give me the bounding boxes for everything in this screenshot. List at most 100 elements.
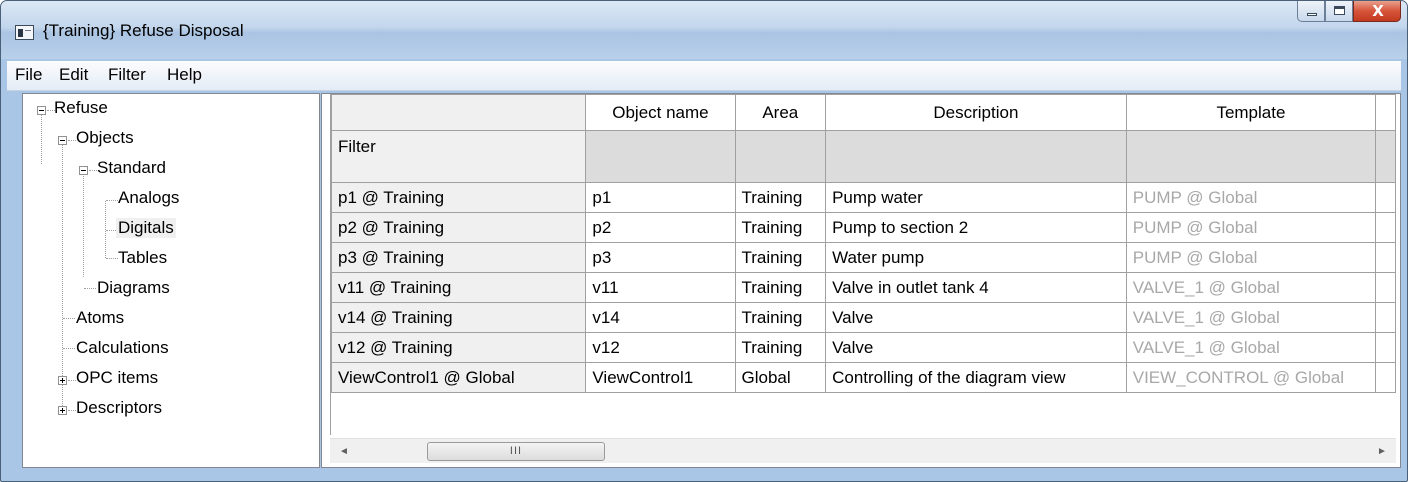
- cell-area[interactable]: Training: [734, 332, 827, 363]
- cell-object-name[interactable]: p1: [585, 182, 736, 213]
- cell-template[interactable]: VALVE_1 @ Global: [1125, 272, 1377, 303]
- cell-description[interactable]: Pump to section 2: [825, 212, 1127, 243]
- cell-description[interactable]: Valve: [825, 332, 1127, 363]
- collapse-refuse-icon[interactable]: [37, 106, 46, 115]
- tree-connector: [41, 111, 42, 164]
- cell-overflow[interactable]: [1375, 182, 1396, 213]
- filter-cell-object-name[interactable]: [585, 130, 736, 183]
- tree-node-tables[interactable]: Tables: [118, 248, 167, 268]
- cell-template[interactable]: PUMP @ Global: [1125, 242, 1377, 273]
- scroll-left-icon[interactable]: ◄: [336, 443, 352, 460]
- cell-area[interactable]: Training: [734, 302, 827, 333]
- tree-node-objects[interactable]: Objects: [76, 128, 134, 148]
- tree-connector: [83, 171, 84, 277]
- tree-connector: [68, 380, 76, 381]
- cell-overflow[interactable]: [1375, 362, 1396, 393]
- menu-edit[interactable]: Edit: [57, 65, 90, 85]
- tree-node-analogs[interactable]: Analogs: [118, 188, 179, 208]
- row-header-cell[interactable]: ViewControl1 @ Global: [331, 362, 587, 393]
- table-row[interactable]: ViewControl1 @ Global ViewControl1 Global C…: [331, 362, 1396, 393]
- row-header-cell[interactable]: v12 @ Training: [331, 332, 587, 363]
- row-header-cell[interactable]: p1 @ Training: [331, 182, 587, 213]
- filter-cell-description[interactable]: [825, 130, 1127, 183]
- filter-cell-template[interactable]: [1125, 130, 1377, 183]
- table-row[interactable]: p1 @ Training p1 Training Pump water PUMP @ …: [331, 182, 1396, 213]
- cell-template[interactable]: PUMP @ Global: [1125, 212, 1377, 243]
- cell-description[interactable]: Pump water: [825, 182, 1127, 213]
- app-icon[interactable]: [15, 25, 34, 40]
- tree-node-diagrams[interactable]: Diagrams: [97, 278, 170, 298]
- table-row[interactable]: p3 @ Training p3 Training Water pump PUMP @ …: [331, 242, 1396, 273]
- cell-description[interactable]: Water pump: [825, 242, 1127, 273]
- tree-connector: [62, 141, 63, 412]
- tree-node-calculations[interactable]: Calculations: [76, 338, 169, 358]
- table-row[interactable]: v12 @ Training v12 Training Valve VALVE_1 @ …: [331, 332, 1396, 363]
- cell-object-name[interactable]: v12: [585, 332, 736, 363]
- cell-overflow[interactable]: [1375, 212, 1396, 243]
- cell-area[interactable]: Training: [734, 272, 827, 303]
- menu-filter[interactable]: Filter: [106, 65, 148, 85]
- filter-row: Filter: [331, 130, 1396, 183]
- tree-node-standard[interactable]: Standard: [97, 158, 166, 178]
- objects-grid[interactable]: Object name Area Description Template Fi…: [330, 94, 1396, 435]
- grid-body: p1 @ Training p1 Training Pump water PUMP @ …: [331, 182, 1396, 393]
- column-header-overflow[interactable]: [1375, 94, 1396, 131]
- column-header-template[interactable]: Template: [1125, 94, 1377, 131]
- column-header-description[interactable]: Description: [825, 94, 1127, 131]
- cell-template[interactable]: VIEW_CONTROL @ Global: [1125, 362, 1377, 393]
- cell-object-name[interactable]: v11: [585, 272, 736, 303]
- table-row[interactable]: v11 @ Training v11 Training Valve in outlet…: [331, 272, 1396, 303]
- tree-node-opc-items[interactable]: OPC items: [76, 368, 158, 388]
- cell-object-name[interactable]: v14: [585, 302, 736, 333]
- cell-overflow[interactable]: [1375, 242, 1396, 273]
- minimize-button[interactable]: [1297, 1, 1325, 22]
- tree-connector: [106, 258, 118, 259]
- cell-description[interactable]: Valve in outlet tank 4: [825, 272, 1127, 303]
- cell-overflow[interactable]: [1375, 332, 1396, 363]
- expand-opc-items-icon[interactable]: [58, 376, 67, 385]
- tree-node-refuse[interactable]: Refuse: [54, 98, 108, 118]
- cell-object-name[interactable]: p2: [585, 212, 736, 243]
- filter-cell-overflow[interactable]: [1375, 130, 1396, 183]
- tree-panel[interactable]: Refuse Objects Standard Analogs Digitals…: [22, 93, 320, 468]
- filter-cell-area[interactable]: [734, 130, 827, 183]
- cell-object-name[interactable]: p3: [585, 242, 736, 273]
- column-header-area[interactable]: Area: [734, 94, 827, 131]
- scroll-thumb[interactable]: III: [427, 442, 605, 461]
- menu-file[interactable]: File: [13, 65, 44, 85]
- row-header-cell[interactable]: v14 @ Training: [331, 302, 587, 333]
- cell-template[interactable]: VALVE_1 @ Global: [1125, 302, 1377, 333]
- expand-descriptors-icon[interactable]: [58, 406, 67, 415]
- row-header-cell[interactable]: v11 @ Training: [331, 272, 587, 303]
- menu-help[interactable]: Help: [165, 65, 204, 85]
- cell-area[interactable]: Training: [734, 242, 827, 273]
- collapse-standard-icon[interactable]: [79, 166, 88, 175]
- tree-node-digitals[interactable]: Digitals: [116, 218, 176, 238]
- row-header-cell[interactable]: p3 @ Training: [331, 242, 587, 273]
- cell-area[interactable]: Training: [734, 182, 827, 213]
- column-header-object-name[interactable]: Object name: [585, 94, 736, 131]
- cell-template[interactable]: PUMP @ Global: [1125, 182, 1377, 213]
- table-row[interactable]: v14 @ Training v14 Training Valve VALVE_1 @ …: [331, 302, 1396, 333]
- maximize-button[interactable]: [1325, 1, 1353, 22]
- cell-overflow[interactable]: [1375, 272, 1396, 303]
- close-button[interactable]: X: [1353, 1, 1401, 22]
- cell-object-name[interactable]: ViewControl1: [585, 362, 736, 393]
- grid-corner-cell[interactable]: [331, 94, 587, 131]
- cell-area[interactable]: Training: [734, 212, 827, 243]
- row-header-cell[interactable]: p2 @ Training: [331, 212, 587, 243]
- cell-area[interactable]: Global: [734, 362, 827, 393]
- horizontal-scrollbar[interactable]: ◄ III ►: [330, 438, 1396, 463]
- scroll-right-icon[interactable]: ►: [1374, 443, 1390, 460]
- cell-description[interactable]: Controlling of the diagram view: [825, 362, 1127, 393]
- tree-node-descriptors[interactable]: Descriptors: [76, 398, 162, 418]
- tree-node-atoms[interactable]: Atoms: [76, 308, 124, 328]
- title-bar[interactable]: {Training} Refuse Disposal X: [1, 1, 1407, 59]
- table-row[interactable]: p2 @ Training p2 Training Pump to section 2…: [331, 212, 1396, 243]
- cell-template[interactable]: VALVE_1 @ Global: [1125, 332, 1377, 363]
- collapse-objects-icon[interactable]: [58, 136, 67, 145]
- cell-description[interactable]: Valve: [825, 302, 1127, 333]
- tree-connector: [63, 318, 75, 319]
- cell-overflow[interactable]: [1375, 302, 1396, 333]
- tree-connector: [89, 170, 97, 171]
